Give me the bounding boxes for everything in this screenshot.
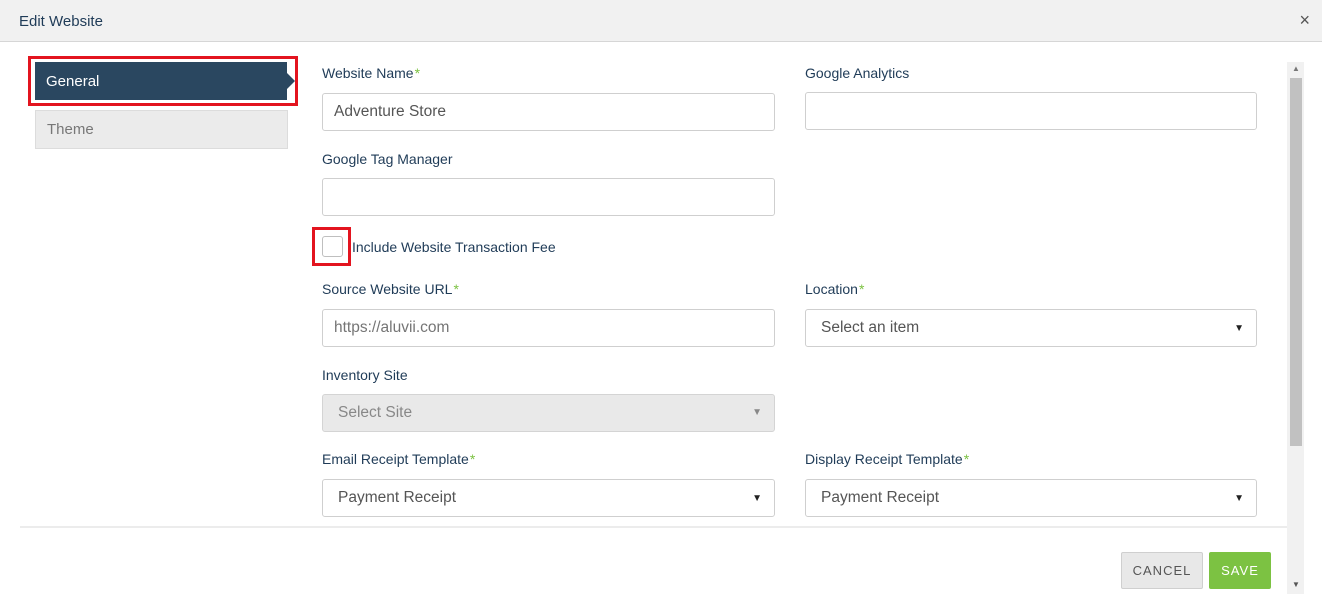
scroll-down-icon[interactable]: ▼ (1292, 580, 1300, 589)
close-icon[interactable]: × (1299, 10, 1310, 30)
required-marker: * (469, 451, 476, 467)
footer-divider (20, 526, 1287, 528)
transaction-fee-label: Include Website Transaction Fee (352, 239, 556, 255)
inventory-site-selected-value: Select Site (338, 404, 413, 421)
required-marker: * (963, 451, 970, 467)
transaction-fee-checkbox[interactable] (322, 236, 343, 257)
location-label: Location* (805, 281, 865, 297)
required-marker: * (858, 281, 865, 297)
chevron-down-icon: ▼ (1234, 323, 1244, 334)
tab-theme[interactable]: Theme (35, 110, 288, 149)
scrollbar-thumb[interactable] (1290, 78, 1302, 446)
save-button[interactable]: SAVE (1209, 552, 1271, 589)
scroll-up-icon[interactable]: ▲ (1292, 64, 1300, 73)
chevron-down-icon: ▼ (752, 493, 762, 504)
inventory-site-select: Select Site ▼ (322, 394, 775, 432)
location-selected-value: Select an item (821, 319, 920, 336)
source-url-label: Source Website URL* (322, 281, 459, 297)
display-receipt-label: Display Receipt Template* (805, 451, 970, 467)
display-receipt-select[interactable]: Payment Receipt ▼ (805, 479, 1257, 517)
google-analytics-input[interactable] (805, 92, 1257, 130)
website-name-label: Website Name* (322, 65, 421, 81)
chevron-down-icon: ▼ (1234, 493, 1244, 504)
cancel-button[interactable]: CANCEL (1121, 552, 1203, 589)
dialog-title: Edit Website (19, 13, 103, 30)
google-tag-manager-label: Google Tag Manager (322, 151, 453, 167)
location-select[interactable]: Select an item ▼ (805, 309, 1257, 347)
required-marker: * (453, 281, 459, 297)
email-receipt-selected-value: Payment Receipt (338, 489, 457, 506)
email-receipt-select[interactable]: Payment Receipt ▼ (322, 479, 775, 517)
display-receipt-selected-value: Payment Receipt (821, 489, 940, 506)
dialog-header: Edit Website × (0, 0, 1322, 42)
chevron-down-icon: ▼ (752, 407, 762, 418)
google-tag-manager-input[interactable] (322, 178, 775, 216)
tab-general[interactable]: General (35, 62, 295, 100)
website-name-input[interactable] (322, 93, 775, 131)
inventory-site-label: Inventory Site (322, 367, 408, 383)
google-analytics-label: Google Analytics (805, 65, 910, 81)
required-marker: * (414, 65, 421, 81)
source-url-input[interactable] (322, 309, 775, 347)
email-receipt-label: Email Receipt Template* (322, 451, 476, 467)
